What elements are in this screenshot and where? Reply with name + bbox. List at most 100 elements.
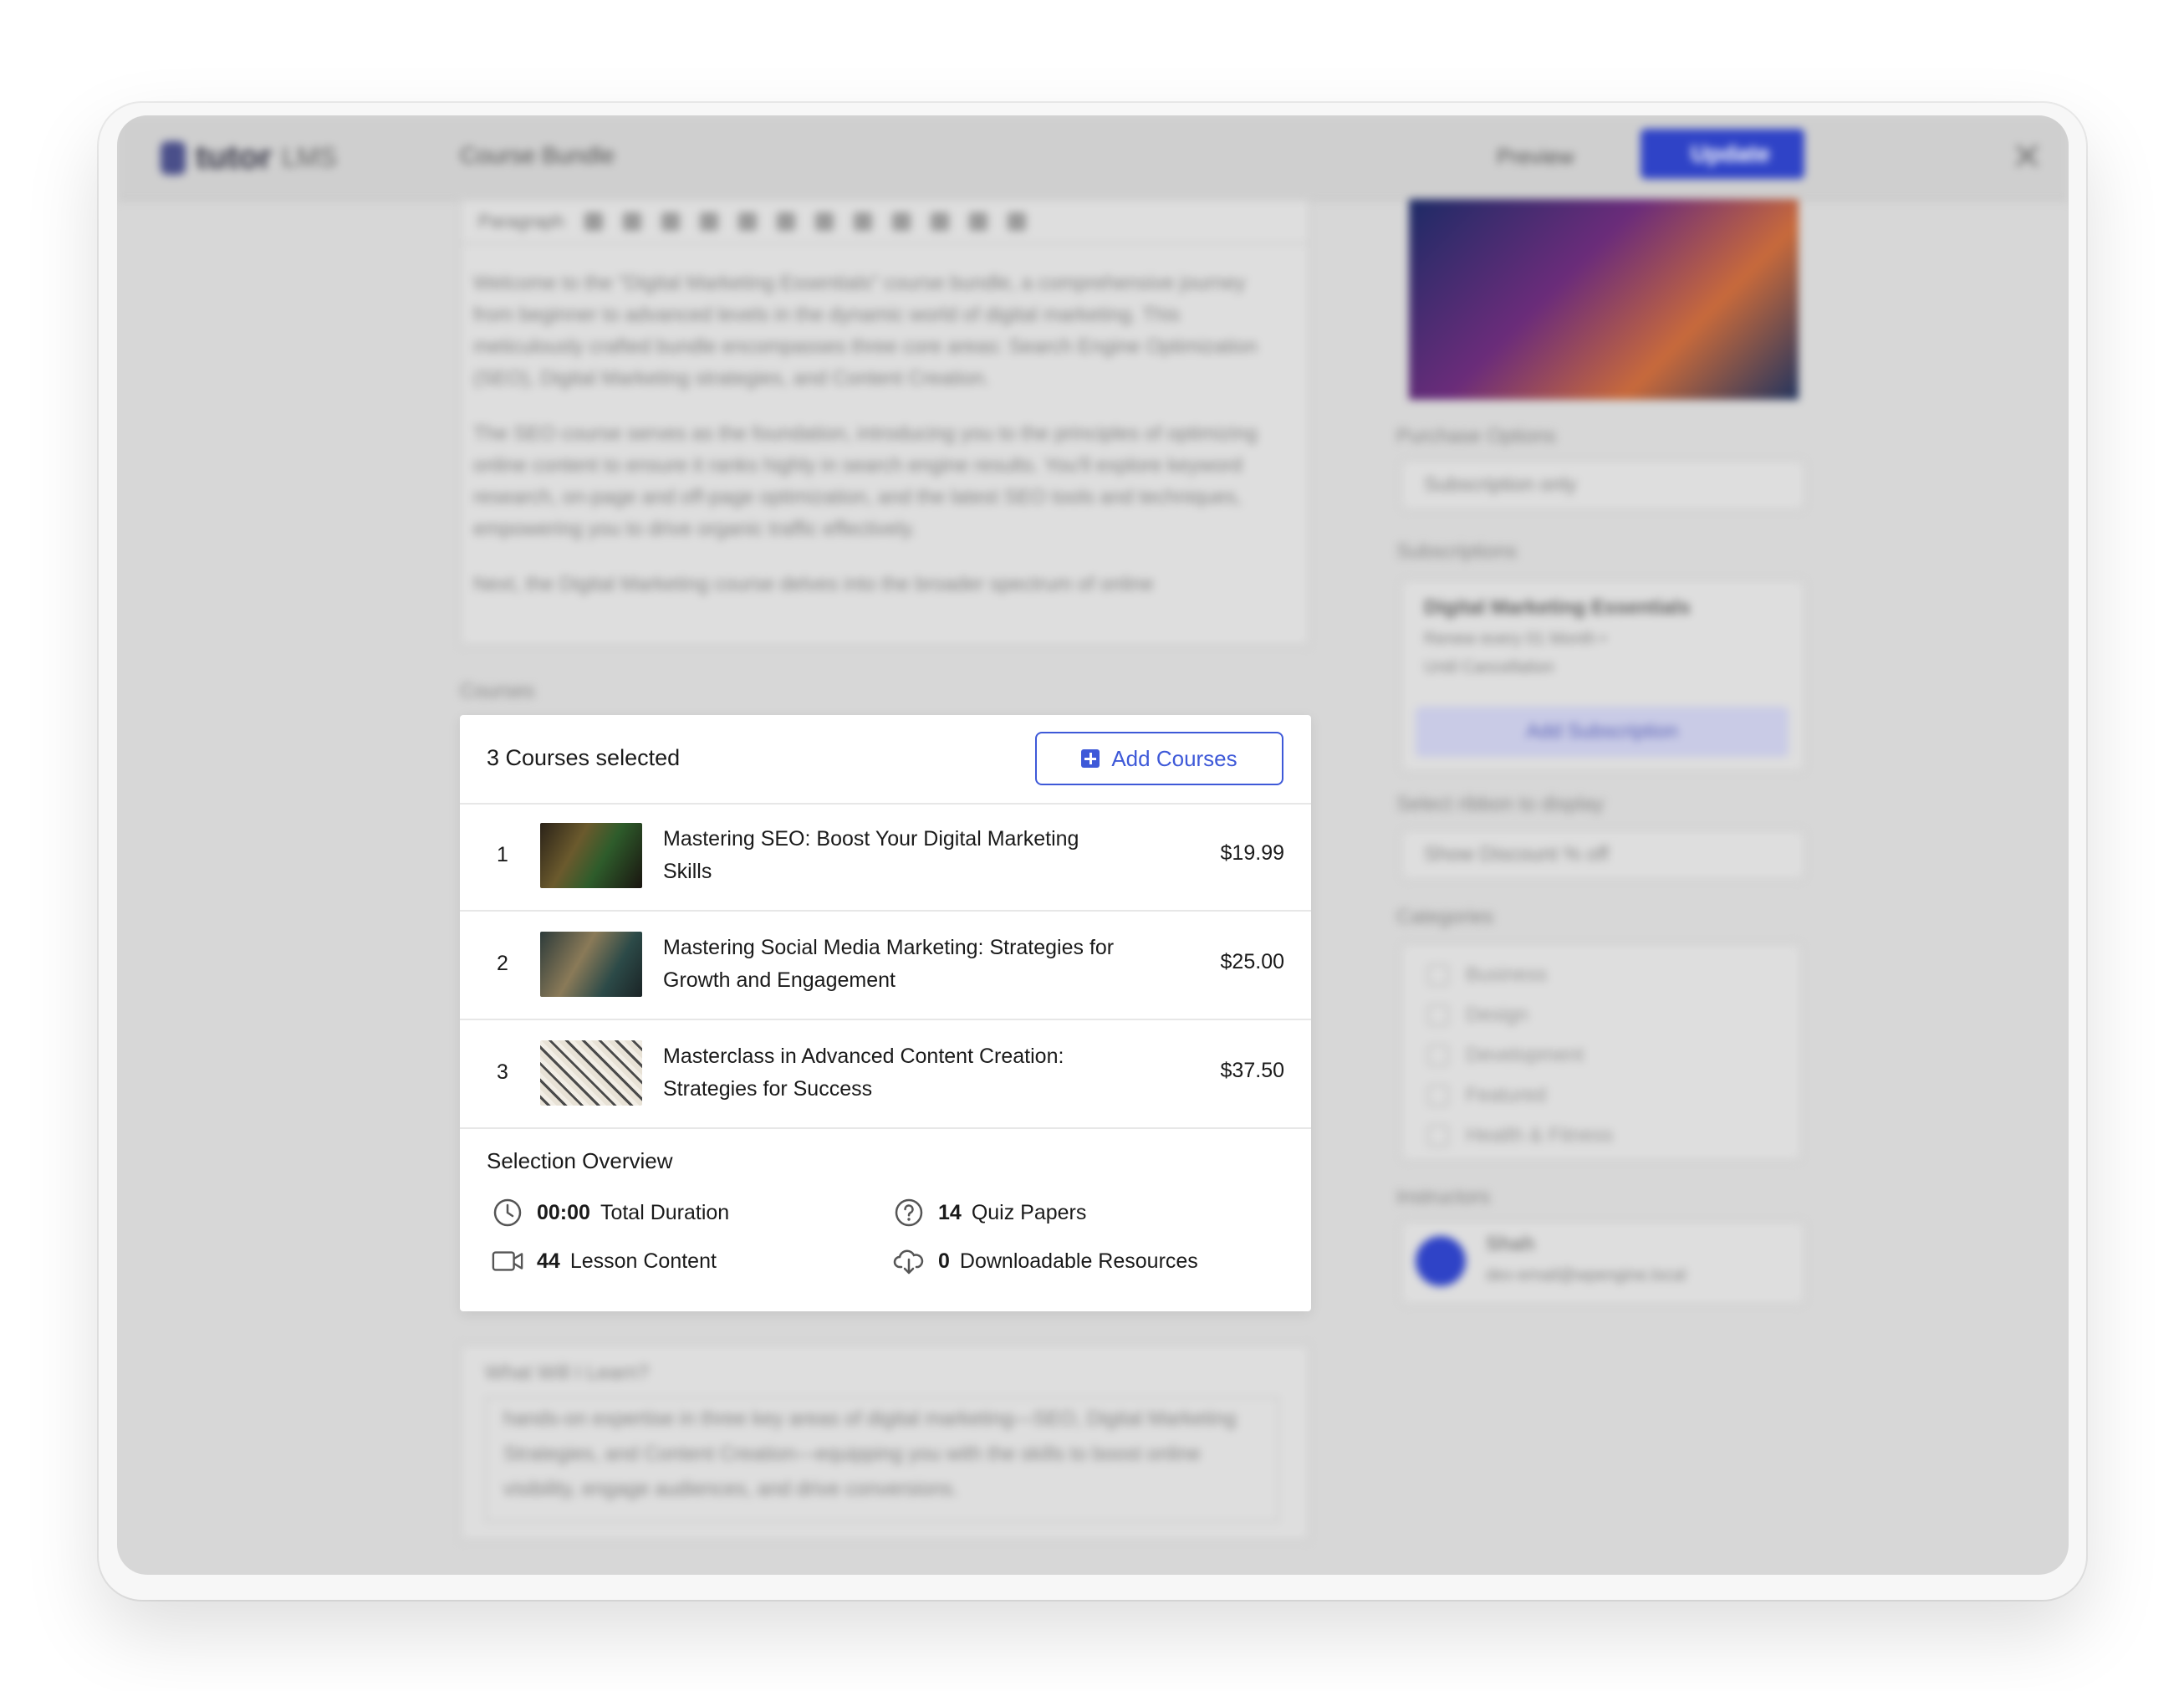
logo-icon — [161, 140, 186, 175]
clock-icon — [492, 1197, 523, 1229]
instructor-name: Shah — [1486, 1233, 1535, 1255]
bold-icon[interactable] — [584, 212, 603, 231]
editor-paragraph: Welcome to the "Digital Marketing Essent… — [473, 272, 1258, 390]
stat-total-duration: 00:00 Total Duration — [492, 1197, 729, 1229]
plus-icon — [1081, 749, 1100, 768]
avatar — [1416, 1236, 1466, 1286]
course-price: $25.00 — [1220, 950, 1284, 973]
category-label: Business — [1466, 963, 1548, 986]
learn-label: What Will I Learn? — [485, 1361, 650, 1384]
purchase-options-value: Subscription only — [1424, 473, 1577, 496]
resources-value: 0 — [938, 1249, 950, 1273]
stat-lesson-content: 44 Lesson Content — [492, 1245, 717, 1277]
underline-icon[interactable] — [661, 212, 680, 231]
quiz-value: 14 — [938, 1200, 962, 1224]
course-price: $37.50 — [1220, 1059, 1284, 1082]
editor-toolbar: Paragraph — [462, 201, 1308, 244]
course-row[interactable]: 3 Masterclass in Advanced Content Creati… — [460, 1020, 1311, 1129]
question-icon — [893, 1197, 925, 1229]
purchase-options-select[interactable]: Subscription only — [1401, 460, 1805, 510]
course-thumbnail — [540, 932, 642, 997]
page-title: Course Bundle — [460, 142, 615, 168]
duration-label: Total Duration — [600, 1200, 730, 1224]
course-row[interactable]: 2 Mastering Social Media Marketing: Stra… — [460, 912, 1311, 1020]
align-left-icon[interactable] — [814, 212, 834, 231]
ribbon-label: Select ribbon to display — [1396, 793, 1605, 815]
lesson-value: 44 — [537, 1249, 560, 1273]
categories-label: Categories — [1396, 906, 1494, 928]
lesson-label: Lesson Content — [569, 1249, 717, 1273]
editor-paragraph: Next, the Digital Marketing course delve… — [473, 573, 1154, 595]
course-title: Masterclass in Advanced Content Creation… — [663, 1045, 1064, 1101]
video-icon — [492, 1245, 523, 1277]
ribbon-select[interactable]: Show Discount % off — [1401, 830, 1805, 880]
course-title: Mastering Social Media Marketing: Strate… — [663, 936, 1115, 992]
align-center-icon[interactable] — [853, 212, 872, 231]
selection-overview-title: Selection Overview — [487, 1148, 673, 1173]
update-button[interactable]: Update — [1641, 129, 1804, 179]
block-format-select[interactable]: Paragraph — [478, 211, 564, 232]
ribbon-value: Show Discount % off — [1424, 843, 1610, 866]
add-subscription-button[interactable]: Add Subscription — [1416, 707, 1789, 757]
categories-list: Business Design Development Featured Hea… — [1401, 943, 1802, 1161]
course-number: 1 — [497, 843, 508, 866]
add-courses-label: Add Courses — [1111, 745, 1237, 771]
checkbox[interactable] — [1427, 1004, 1449, 1026]
course-price: $19.99 — [1220, 841, 1284, 865]
preview-button[interactable]: Preview — [1497, 144, 1574, 170]
quiz-label: Quiz Papers — [971, 1200, 1087, 1224]
subscription-name: Digital Marketing Essentials — [1424, 596, 1691, 619]
logo-suffix: LMS — [282, 142, 337, 172]
close-icon[interactable]: ✕ — [2011, 134, 2044, 179]
checkbox[interactable] — [1427, 1085, 1449, 1106]
instructor-email: dev-email@wpengine.local — [1486, 1266, 1686, 1285]
italic-icon[interactable] — [622, 212, 641, 231]
learn-textarea[interactable]: hands-on expertise in three key areas of… — [485, 1397, 1279, 1522]
checkbox[interactable] — [1427, 1045, 1449, 1066]
checkbox[interactable] — [1427, 1125, 1449, 1147]
editor-paragraph: The SEO course serves as the foundation,… — [473, 422, 1258, 540]
app-logo[interactable]: tutor LMS — [161, 139, 337, 176]
list-icon[interactable] — [699, 212, 718, 231]
link-icon[interactable] — [930, 212, 949, 231]
course-row[interactable]: 1 Mastering SEO: Boost Your Digital Mark… — [460, 803, 1311, 912]
align-right-icon[interactable] — [891, 212, 911, 231]
subscriptions-label: Subscriptions — [1396, 540, 1518, 563]
category-item[interactable]: Development — [1402, 1035, 1800, 1075]
purchase-options-label: Purchase Options — [1396, 425, 1556, 447]
add-courses-button[interactable]: Add Courses — [1035, 732, 1283, 785]
description-editor[interactable]: Paragraph Welcome to the "Digital Market… — [460, 199, 1309, 646]
numbered-list-icon[interactable] — [737, 212, 757, 231]
duration-value: 00:00 — [537, 1200, 590, 1224]
course-number: 3 — [497, 1060, 508, 1084]
panel-header: 3 Courses selected Add Courses — [460, 715, 1311, 805]
image-icon[interactable] — [968, 212, 987, 231]
course-title: Mastering SEO: Boost Your Digital Market… — [663, 827, 1079, 883]
subscription-detail: Renew every 01 Month • — [1424, 630, 1607, 648]
selected-count: 3 Courses selected — [487, 745, 681, 770]
update-label: Update — [1691, 140, 1770, 166]
category-item[interactable]: Health & Fitness — [1402, 1116, 1800, 1156]
resources-label: Downloadable Resources — [959, 1249, 1198, 1273]
category-label: Health & Fitness — [1466, 1124, 1614, 1147]
what-will-i-learn-section: What Will I Learn? hands-on expertise in… — [460, 1345, 1309, 1540]
logo-text: tutor — [196, 139, 273, 176]
course-number: 2 — [497, 952, 508, 975]
stat-downloadable-resources: 0 Downloadable Resources — [893, 1245, 1198, 1277]
subscription-detail: Until Cancellation — [1424, 658, 1554, 677]
category-label: Featured — [1466, 1084, 1547, 1106]
instructors-label: Instructors — [1396, 1186, 1491, 1208]
category-item[interactable]: Featured — [1402, 1075, 1800, 1116]
more-icon[interactable] — [1007, 212, 1026, 231]
category-item[interactable]: Business — [1402, 955, 1800, 995]
courses-label: Courses — [460, 680, 535, 702]
course-thumbnail — [540, 1040, 642, 1106]
category-label: Design — [1466, 1004, 1528, 1026]
category-item[interactable]: Design — [1402, 995, 1800, 1035]
courses-selection-panel: 3 Courses selected Add Courses 1 Masteri… — [460, 715, 1311, 1311]
bundle-thumbnail[interactable] — [1409, 199, 1799, 400]
quote-icon[interactable] — [776, 212, 795, 231]
stat-quiz-papers: 14 Quiz Papers — [893, 1197, 1086, 1229]
category-label: Development — [1466, 1044, 1584, 1066]
checkbox[interactable] — [1427, 964, 1449, 986]
